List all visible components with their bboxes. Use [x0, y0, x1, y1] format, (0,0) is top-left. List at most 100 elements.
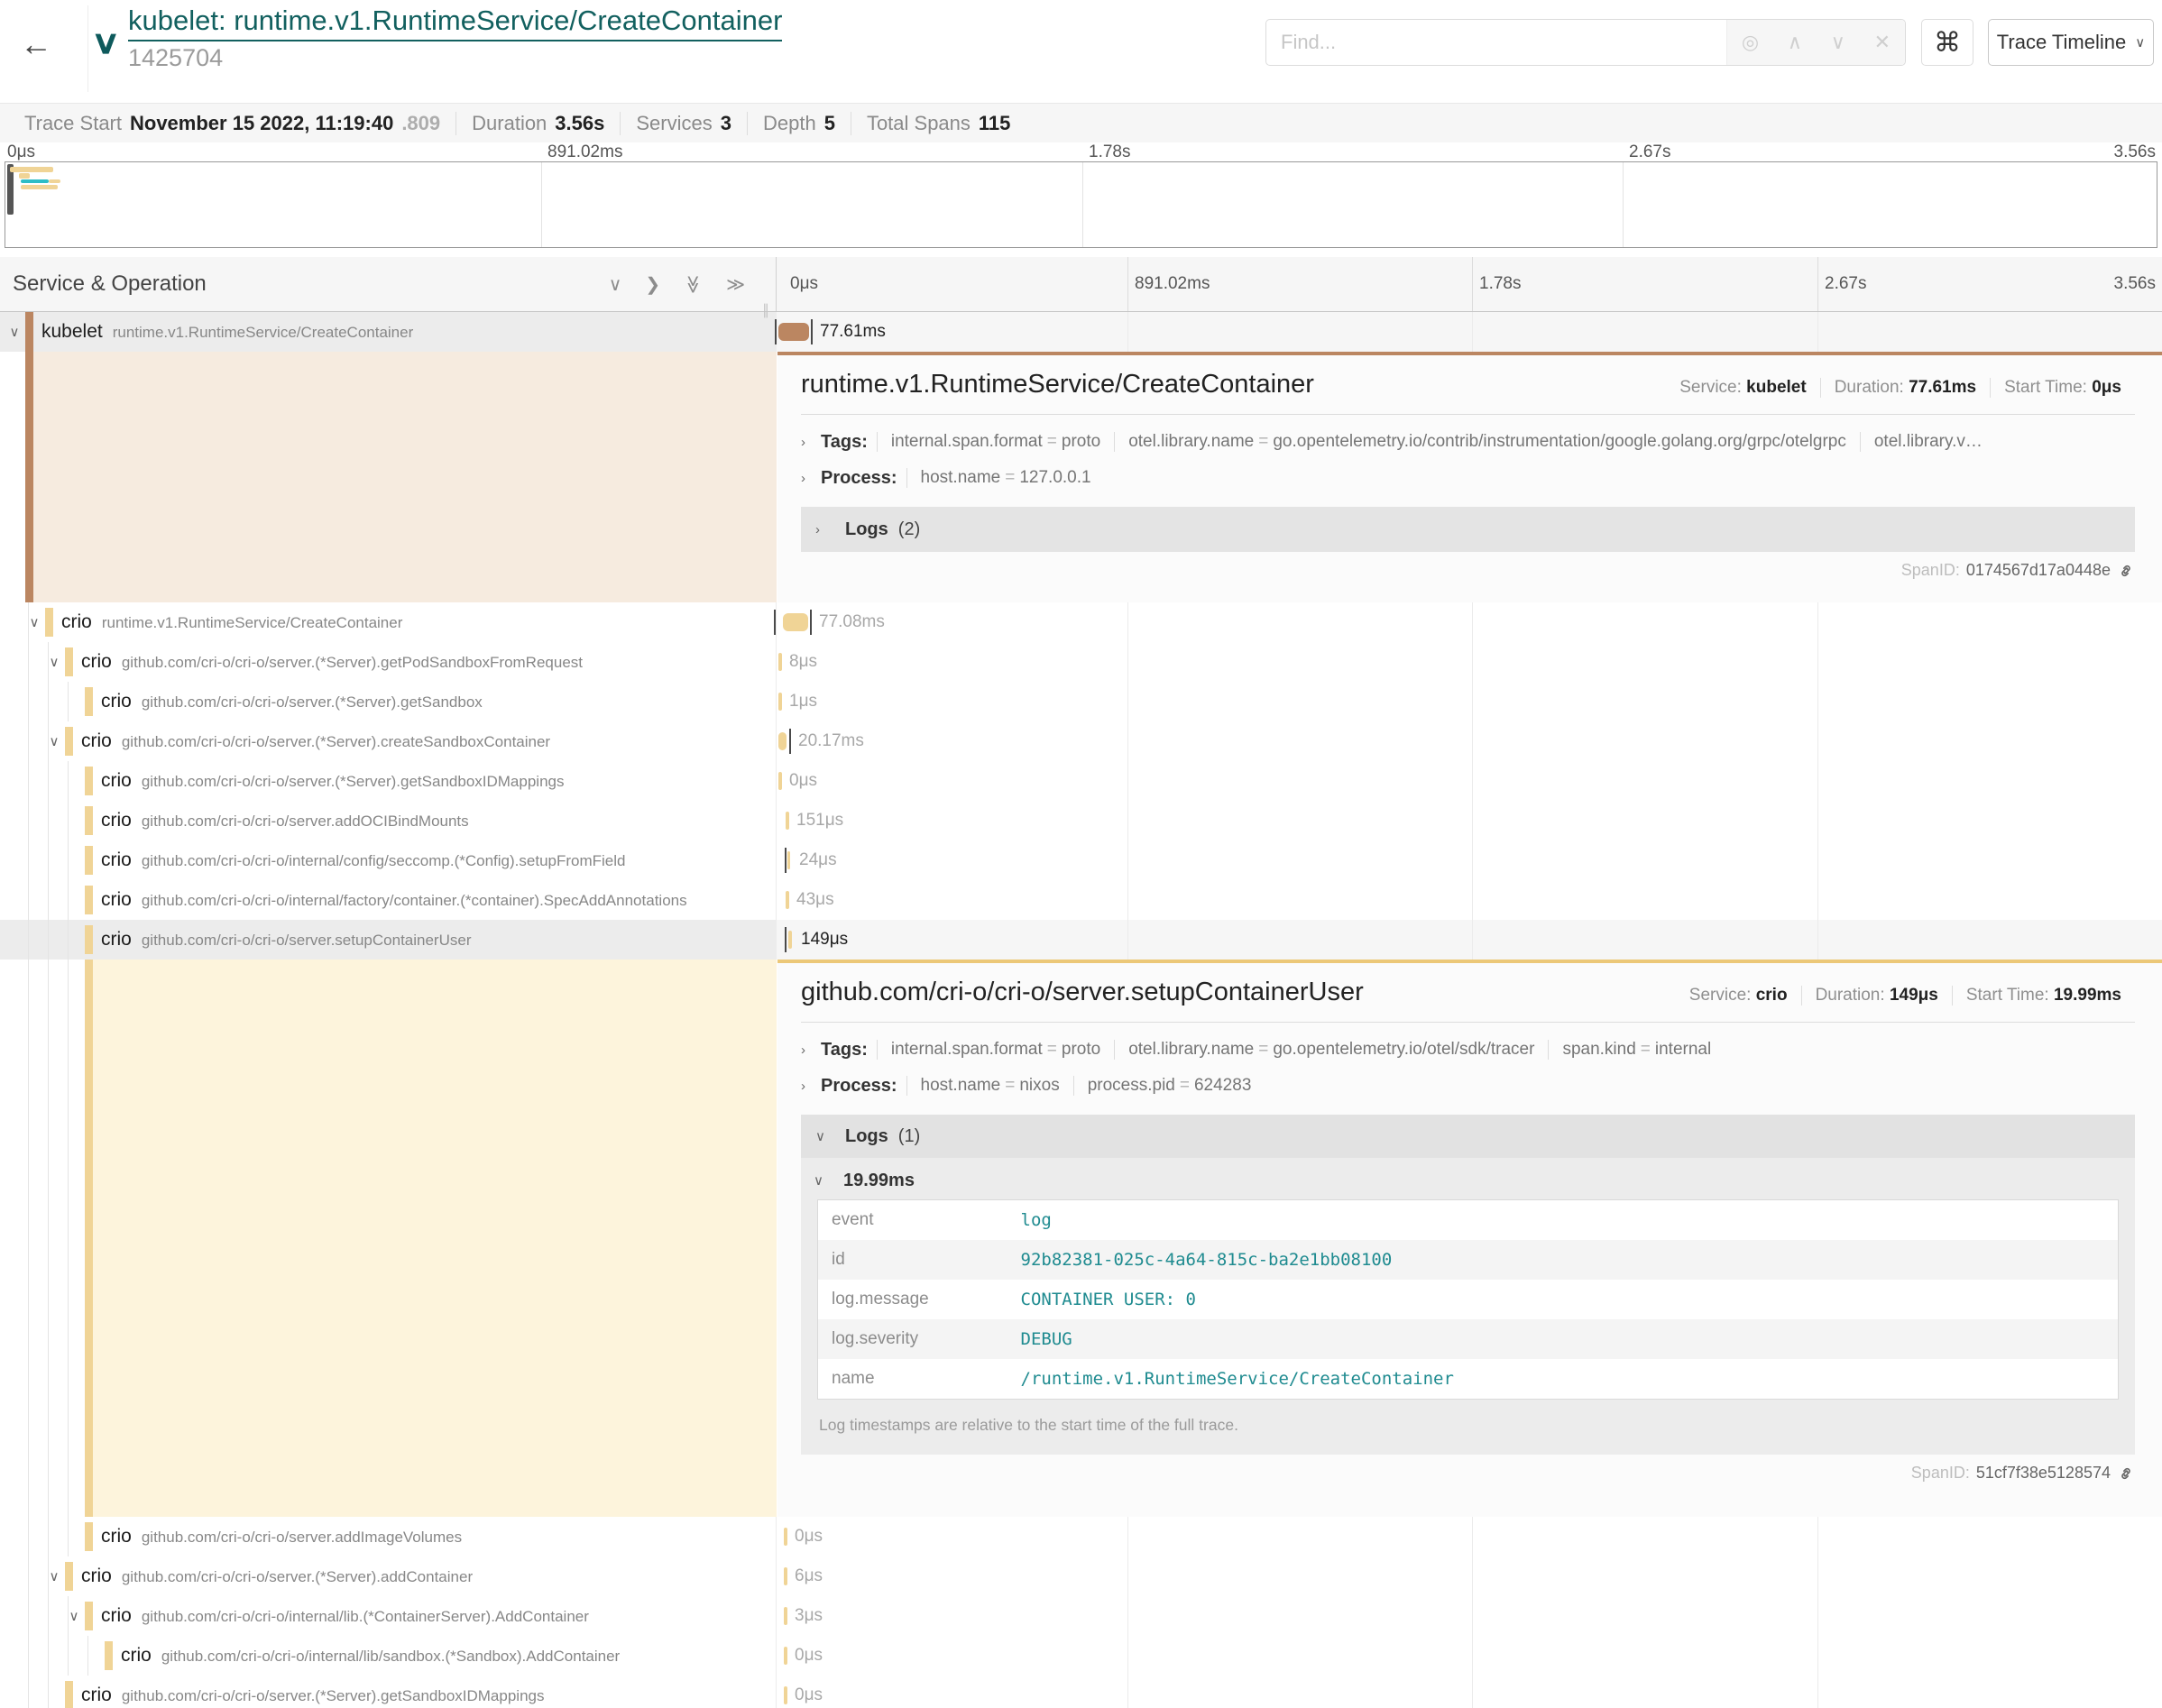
span-row[interactable]: criogithub.com/cri-o/cri-o/server.addOCI…: [0, 801, 2162, 840]
span-duration-bar[interactable]: [778, 693, 782, 711]
span-timeline-cell[interactable]: 43μs: [777, 880, 2162, 920]
span-timeline-cell[interactable]: 151μs: [777, 801, 2162, 840]
span-name-cell[interactable]: criogithub.com/cri-o/cri-o/server.addOCI…: [0, 801, 777, 840]
process-row[interactable]: ›Process:host.name=127.0.0.1: [801, 460, 2135, 496]
prev-result-icon[interactable]: ∧: [1788, 31, 1802, 54]
span-detail-title[interactable]: github.com/cri-o/cri-o/server.setupConta…: [801, 978, 1364, 1007]
span-duration-bar[interactable]: [787, 851, 790, 869]
chevron-down-icon[interactable]: ∨: [609, 273, 622, 296]
chevron-down-icon[interactable]: ∨: [66, 1596, 82, 1636]
view-selector-button[interactable]: Trace Timeline ∨: [1988, 19, 2154, 66]
span-row[interactable]: ∨crioruntime.v1.RuntimeService/CreateCon…: [0, 602, 2162, 642]
span-row[interactable]: ∨kubeletruntime.v1.RuntimeService/Create…: [0, 312, 2162, 352]
span-duration-bar[interactable]: [786, 812, 789, 830]
chevron-down-icon[interactable]: ∨: [46, 642, 62, 682]
span-row[interactable]: criogithub.com/cri-o/cri-o/internal/conf…: [0, 840, 2162, 880]
span-timeline-cell[interactable]: 8μs: [777, 642, 2162, 682]
column-resize-handle[interactable]: ∥: [762, 301, 769, 319]
span-row[interactable]: criogithub.com/cri-o/cri-o/server.addIma…: [0, 1517, 2162, 1556]
span-timeline-cell[interactable]: 6μs: [777, 1556, 2162, 1596]
span-name-cell[interactable]: ∨kubeletruntime.v1.RuntimeService/Create…: [0, 312, 777, 352]
span-timeline-cell[interactable]: 1μs: [777, 682, 2162, 721]
span-timeline-cell[interactable]: 0μs: [777, 761, 2162, 801]
span-name-cell[interactable]: criogithub.com/cri-o/cri-o/server.addIma…: [0, 1517, 777, 1556]
span-duration-bar[interactable]: [788, 931, 792, 949]
span-name-cell[interactable]: ∨criogithub.com/cri-o/cri-o/server.(*Ser…: [0, 1556, 777, 1596]
chevron-down-icon[interactable]: ∨: [26, 602, 42, 642]
span-detail-tint: [33, 352, 777, 602]
span-duration-bar[interactable]: [778, 732, 787, 750]
span-duration-bar[interactable]: [786, 891, 789, 909]
span-duration-bar[interactable]: [778, 323, 809, 341]
span-row[interactable]: criogithub.com/cri-o/cri-o/server.setupC…: [0, 920, 2162, 960]
chevron-down-icon[interactable]: ∨: [46, 721, 62, 761]
span-row[interactable]: criogithub.com/cri-o/cri-o/internal/fact…: [0, 880, 2162, 920]
span-name-cell[interactable]: ∨criogithub.com/cri-o/cri-o/internal/lib…: [0, 1596, 777, 1636]
span-row[interactable]: criogithub.com/cri-o/cri-o/server.(*Serv…: [0, 761, 2162, 801]
logs-accordion[interactable]: ›Logs(2): [801, 507, 2135, 552]
span-duration-bar[interactable]: [784, 1686, 787, 1704]
link-icon[interactable]: [2117, 1465, 2135, 1483]
back-arrow-icon[interactable]: ←: [20, 25, 52, 63]
span-name-cell[interactable]: criogithub.com/cri-o/cri-o/internal/lib/…: [0, 1636, 777, 1676]
span-timeline-cell[interactable]: 0μs: [777, 1517, 2162, 1556]
process-row[interactable]: ›Process:host.name=nixosprocess.pid=6242…: [801, 1068, 2135, 1104]
log-field-value: 92b82381-025c-4a64-815c-ba2e1bb08100: [1007, 1240, 2119, 1280]
tags-row[interactable]: ›Tags:internal.span.format=protootel.lib…: [801, 1032, 2135, 1068]
timeline-ruler-divider: [1817, 257, 1818, 311]
span-row[interactable]: ∨criogithub.com/cri-o/cri-o/server.(*Ser…: [0, 721, 2162, 761]
span-timeline-cell[interactable]: 77.08ms: [777, 602, 2162, 642]
span-name-cell[interactable]: criogithub.com/cri-o/cri-o/internal/conf…: [0, 840, 777, 880]
span-name-cell[interactable]: criogithub.com/cri-o/cri-o/server.(*Serv…: [0, 682, 777, 721]
span-timeline-cell[interactable]: 0μs: [777, 1636, 2162, 1676]
span-row[interactable]: criogithub.com/cri-o/cri-o/server.(*Serv…: [0, 682, 2162, 721]
log-entry-header[interactable]: ∨19.99ms: [814, 1162, 2122, 1199]
next-result-icon[interactable]: ∨: [1831, 31, 1845, 54]
logs-accordion[interactable]: ∨Logs(1): [801, 1115, 2135, 1158]
span-timeline-cell[interactable]: 20.17ms: [777, 721, 2162, 761]
clear-search-icon[interactable]: ✕: [1874, 31, 1891, 54]
keyboard-shortcuts-button[interactable]: ⌘: [1921, 19, 1973, 66]
chevron-down-icon[interactable]: ∨: [91, 23, 121, 61]
span-timeline-cell[interactable]: 149μs: [777, 920, 2162, 960]
span-row[interactable]: criogithub.com/cri-o/cri-o/internal/lib/…: [0, 1636, 2162, 1676]
double-chevron-right-icon[interactable]: ≫: [726, 273, 745, 296]
chevron-right-icon[interactable]: ❯: [645, 273, 660, 296]
tree-guide-line: [48, 1517, 49, 1556]
find-input[interactable]: [1266, 20, 1726, 65]
trace-title-link[interactable]: kubelet: runtime.v1.RuntimeService/Creat…: [128, 5, 782, 41]
double-chevron-down-icon[interactable]: ≫: [682, 275, 704, 294]
span-name-cell[interactable]: ∨crioruntime.v1.RuntimeService/CreateCon…: [0, 602, 777, 642]
span-timeline-cell[interactable]: 0μs: [777, 1676, 2162, 1708]
span-row[interactable]: ∨criogithub.com/cri-o/cri-o/server.(*Ser…: [0, 642, 2162, 682]
span-row[interactable]: criogithub.com/cri-o/cri-o/server.(*Serv…: [0, 1676, 2162, 1708]
chevron-down-icon[interactable]: ∨: [46, 1556, 62, 1596]
span-row[interactable]: ∨criogithub.com/cri-o/cri-o/server.(*Ser…: [0, 1556, 2162, 1596]
span-name-cell[interactable]: ∨criogithub.com/cri-o/cri-o/server.(*Ser…: [0, 721, 777, 761]
chevron-down-icon[interactable]: ∨: [6, 312, 23, 352]
locate-icon[interactable]: ◎: [1742, 31, 1759, 54]
span-duration-bar[interactable]: [778, 653, 782, 671]
span-duration-bar[interactable]: [778, 772, 782, 790]
span-timeline-cell[interactable]: 24μs: [777, 840, 2162, 880]
chevron-right-icon: ›: [815, 522, 835, 537]
span-name-cell[interactable]: criogithub.com/cri-o/cri-o/server.(*Serv…: [0, 761, 777, 801]
tags-row[interactable]: ›Tags:internal.span.format=protootel.lib…: [801, 424, 2135, 460]
tags-key: internal.span.format: [891, 432, 1043, 451]
span-row[interactable]: ∨criogithub.com/cri-o/cri-o/internal/lib…: [0, 1596, 2162, 1636]
span-name-cell[interactable]: criogithub.com/cri-o/cri-o/server.setupC…: [0, 920, 777, 960]
minimap-canvas[interactable]: [5, 161, 2157, 248]
span-timeline-cell[interactable]: 77.61ms: [777, 312, 2162, 352]
span-name-cell[interactable]: criogithub.com/cri-o/cri-o/server.(*Serv…: [0, 1676, 777, 1708]
span-duration-bar[interactable]: [784, 1607, 787, 1625]
span-duration-bar[interactable]: [784, 1647, 787, 1665]
link-icon[interactable]: [2117, 562, 2135, 580]
span-duration-bar[interactable]: [784, 1567, 787, 1585]
span-detail-title[interactable]: runtime.v1.RuntimeService/CreateContaine…: [801, 370, 1314, 399]
span-duration-bar[interactable]: [783, 613, 808, 631]
span-duration-bar[interactable]: [784, 1528, 787, 1546]
span-name-cell[interactable]: ∨criogithub.com/cri-o/cri-o/server.(*Ser…: [0, 642, 777, 682]
minimap-span: [19, 173, 30, 179]
span-name-cell[interactable]: criogithub.com/cri-o/cri-o/internal/fact…: [0, 880, 777, 920]
span-timeline-cell[interactable]: 3μs: [777, 1596, 2162, 1636]
